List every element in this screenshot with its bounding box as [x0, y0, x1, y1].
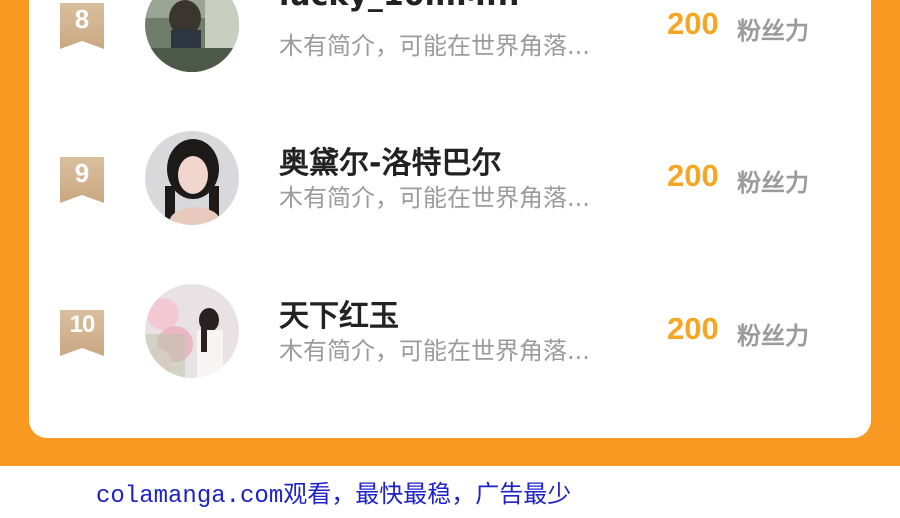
- avatar[interactable]: [145, 0, 239, 72]
- rank-badge: 9: [60, 157, 104, 203]
- user-name[interactable]: 天下红玉: [279, 291, 399, 335]
- rank-badge: 8: [60, 3, 104, 49]
- user-name[interactable]: 奥黛尔-洛特巴尔: [279, 138, 501, 182]
- user-bio: 木有简介，可能在世界角落...: [279, 32, 590, 60]
- user-photo-avatar-icon: [145, 0, 239, 72]
- user-bio: 木有简介，可能在世界角落...: [279, 184, 590, 212]
- ranking-card: 8 lucky_10mM... 木有简介，可能在世界角落... 200 粉丝力 …: [29, 0, 871, 438]
- fan-score-unit: 粉丝力: [737, 169, 809, 197]
- fan-score: 200: [667, 6, 719, 41]
- user-bio: 木有简介，可能在世界角落...: [279, 337, 590, 365]
- ranking-row[interactable]: 8 lucky_10mM... 木有简介，可能在世界角落... 200 粉丝力: [29, 0, 871, 100]
- fan-score-unit: 粉丝力: [737, 17, 809, 45]
- avatar[interactable]: [145, 131, 239, 225]
- ranking-row[interactable]: 9 奥黛尔-洛特巴尔 木有简介，可能在世界角落... 200 粉丝力: [29, 130, 871, 250]
- rank-number: 9: [74, 158, 90, 188]
- watermark-text: colamanga.com观看，最快最稳，广告最少: [96, 483, 572, 510]
- rank-number: 10: [69, 311, 96, 338]
- avatar[interactable]: [145, 284, 239, 378]
- rank-badge: 10: [60, 310, 104, 356]
- fan-score: 200: [667, 311, 719, 346]
- user-photo-avatar-icon: [145, 131, 239, 225]
- user-photo-avatar-icon: [145, 284, 239, 378]
- rank-number: 8: [74, 4, 90, 34]
- ranking-row[interactable]: 10 天下红玉 木有简介，可能在世界角落... 200 粉丝力: [29, 283, 871, 403]
- fan-score: 200: [667, 158, 719, 193]
- user-name[interactable]: lucky_10mM...: [279, 0, 520, 13]
- fan-score-unit: 粉丝力: [737, 322, 809, 350]
